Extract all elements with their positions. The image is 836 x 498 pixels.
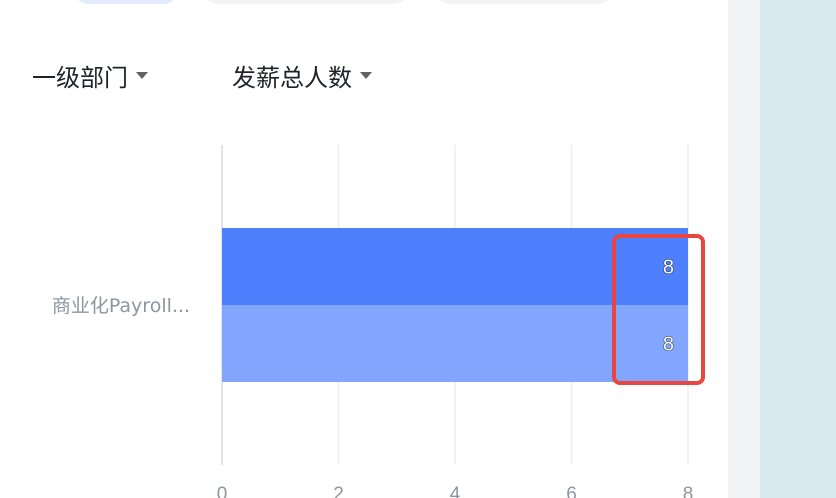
panel-gutter (728, 0, 760, 498)
data-label: 8 (663, 334, 674, 356)
x-tick-label: 4 (450, 484, 461, 498)
bar-chart: 商业化Payroll... 8 8 0 2 4 6 8 (52, 145, 694, 498)
bar (222, 228, 688, 305)
data-label: 8 (663, 257, 674, 279)
right-side-panel (760, 0, 836, 498)
category-label: 商业化Payroll... (52, 295, 190, 317)
bar (222, 305, 688, 382)
x-tick-label: 0 (217, 484, 228, 498)
x-tick-label: 8 (683, 484, 694, 498)
x-tick-label: 2 (333, 484, 344, 498)
x-tick-label: 6 (566, 484, 577, 498)
